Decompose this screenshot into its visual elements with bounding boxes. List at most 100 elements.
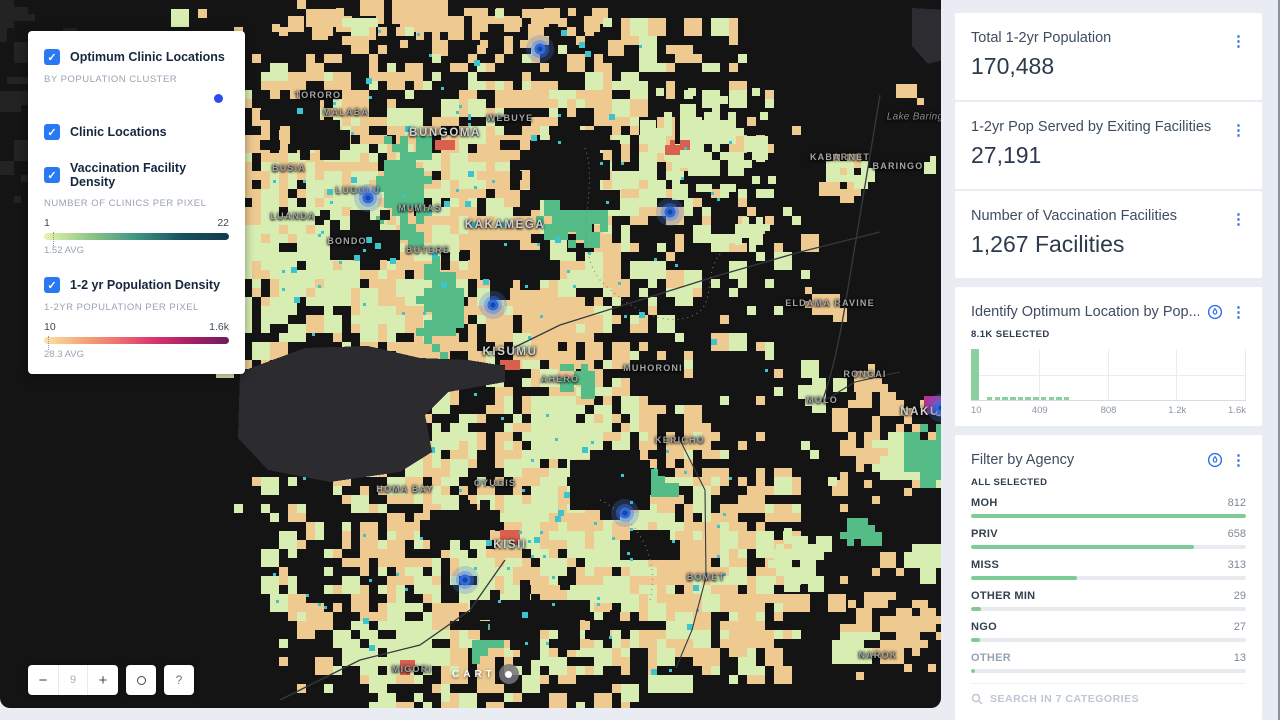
axis-tick-label: 10 [971,405,982,416]
facility-scale-min: 1 [44,217,50,229]
stat-widget-pop-served: 1-2yr Pop Served by Exiting Facilities ⋮… [955,102,1262,189]
map-place-label: BARINGO [873,161,924,171]
category-row[interactable]: OTHER MIN 29 [971,590,1246,611]
layer-label-clinics: Clinic Locations [70,125,167,139]
histogram-bar [1064,397,1070,400]
carto-attribution[interactable]: CART [452,664,519,684]
histogram-bar [987,397,993,400]
histogram-bar [995,397,1001,400]
category-label: NGO [971,621,997,633]
map-place-label: KISUMU [483,346,538,358]
category-row[interactable]: MOH812 [971,497,1246,518]
histogram-widget: Identify Optimum Location by Pop... ⋮ 8.… [955,287,1262,426]
stat-value: 27,191 [971,142,1246,169]
histogram-bar [1041,397,1047,400]
clinic-location-marker[interactable] [353,183,383,213]
clinic-location-marker[interactable] [610,498,640,528]
histogram-bar [1018,397,1024,400]
map-place-label: RONGAI [843,369,886,379]
histogram-bar [1002,397,1008,400]
layer-sublabel-facility-density: NUMBER OF CLINICS PER PIXEL [44,198,229,209]
map-place-label: HOMA BAY [376,484,433,494]
filter-droplet-icon[interactable] [1207,304,1223,320]
facility-scale-max: 22 [217,217,229,229]
category-row[interactable]: PRIV 658 [971,528,1246,549]
histogram-bar [971,349,979,400]
map-place-label: BUTERE [406,245,450,255]
kebab-menu-icon[interactable]: ⋮ [1231,34,1246,49]
clinic-location-marker[interactable] [450,565,480,595]
category-value: 313 [1228,559,1246,571]
circle-icon [137,676,146,685]
category-label: PRIV [971,528,998,540]
map-canvas[interactable]: TORORO MALABA WEBUYE BUNGOMA KABARNETBARINGO… [0,0,941,708]
histogram-plot[interactable] [971,349,1246,401]
histogram-widget-title: Identify Optimum Location by Pop... [971,304,1199,320]
widgets-sidebar: Total 1-2yr Population ⋮ 170,488 1-2yr P… [941,0,1280,720]
kebab-menu-icon[interactable]: ⋮ [1231,123,1246,138]
layer-checkbox-optimum[interactable]: ✓ [44,49,60,65]
cluster-dot-swatch [214,94,223,103]
zoom-in-button[interactable]: + [88,665,118,695]
category-search[interactable]: SEARCH IN 7 CATEGORIES [971,683,1246,705]
stat-title: Total 1-2yr Population [971,30,1223,46]
category-row[interactable]: MISS 313 [971,559,1246,580]
map-place-label: WEBUYE [487,113,534,123]
histogram-bar [1025,397,1031,400]
kebab-menu-icon[interactable]: ⋮ [1231,212,1246,227]
clinic-location-marker[interactable] [478,290,508,320]
layer-checkbox-clinics[interactable]: ✓ [44,124,60,140]
map-place-label: KERICHO [655,435,705,445]
filter-selected-state: ALL SELECTED [971,477,1246,488]
map-place-label: AHERO [541,374,580,384]
layer-checkbox-facility-density[interactable]: ✓ [44,167,60,183]
help-button[interactable]: ? [164,665,194,695]
clinic-location-marker[interactable] [655,197,685,227]
facility-density-ramp [44,233,229,240]
category-value: 29 [1234,590,1246,602]
kebab-menu-icon[interactable]: ⋮ [1231,305,1246,320]
carto-logo-text: CART [452,669,496,680]
zoom-level-indicator: 9 [58,665,88,695]
category-label: OTHER MIN [971,590,1035,602]
map-place-label: BUSIA [272,163,306,173]
map-place-label: Lake Baringo [887,112,941,123]
category-search-label: SEARCH IN 7 CATEGORIES [990,693,1139,705]
category-label: MISS [971,559,999,571]
category-row[interactable]: NGO 27 [971,621,1246,642]
map-place-label: KABARNET [810,152,870,162]
map-place-label: OYUGIS [474,478,516,488]
map-place-label: TORORO [295,90,342,100]
axis-tick-label: 1.6k [1228,405,1246,416]
population-avg-tick [48,336,49,350]
population-avg-label: 28.3 AVG [44,349,229,360]
search-icon [971,693,983,705]
layer-label-facility-density: Vaccination Facility Density [70,161,229,189]
locate-button[interactable] [126,665,156,695]
population-density-ramp [44,337,229,344]
stat-value: 170,488 [971,53,1246,80]
filter-droplet-icon[interactable] [1207,452,1223,468]
layer-sublabel-optimum: BY POPULATION CLUSTER [44,74,229,85]
kebab-menu-icon[interactable]: ⋮ [1231,453,1246,468]
map-place-label: MOLO [806,395,838,405]
layer-label-population-density: 1-2 yr Population Density [70,278,220,292]
axis-tick-label: 808 [1101,405,1117,416]
layer-sublabel-population-density: 1-2YR POPULATION PER PIXEL [44,302,229,313]
layer-checkbox-population-density[interactable]: ✓ [44,277,60,293]
map-place-label: ELDAMA RAVINE [785,298,875,308]
map-place-label: KISII [493,539,527,551]
histogram-bar [1056,397,1062,400]
category-row[interactable]: OTHER13 [971,652,1246,673]
axis-tick-label: 409 [1032,405,1048,416]
zoom-out-button[interactable]: − [28,665,58,695]
map-place-label: BUNGOMA [409,127,481,139]
clinic-location-marker[interactable] [525,34,555,64]
population-scale-max: 1.6k [209,321,229,333]
map-place-label: MALABA [323,107,369,117]
facility-avg-tick [53,232,54,246]
category-value: 658 [1228,528,1246,540]
map-place-label: LUANDA [270,211,315,221]
stat-value: 1,267 Facilities [971,231,1246,258]
category-value: 27 [1234,621,1246,633]
